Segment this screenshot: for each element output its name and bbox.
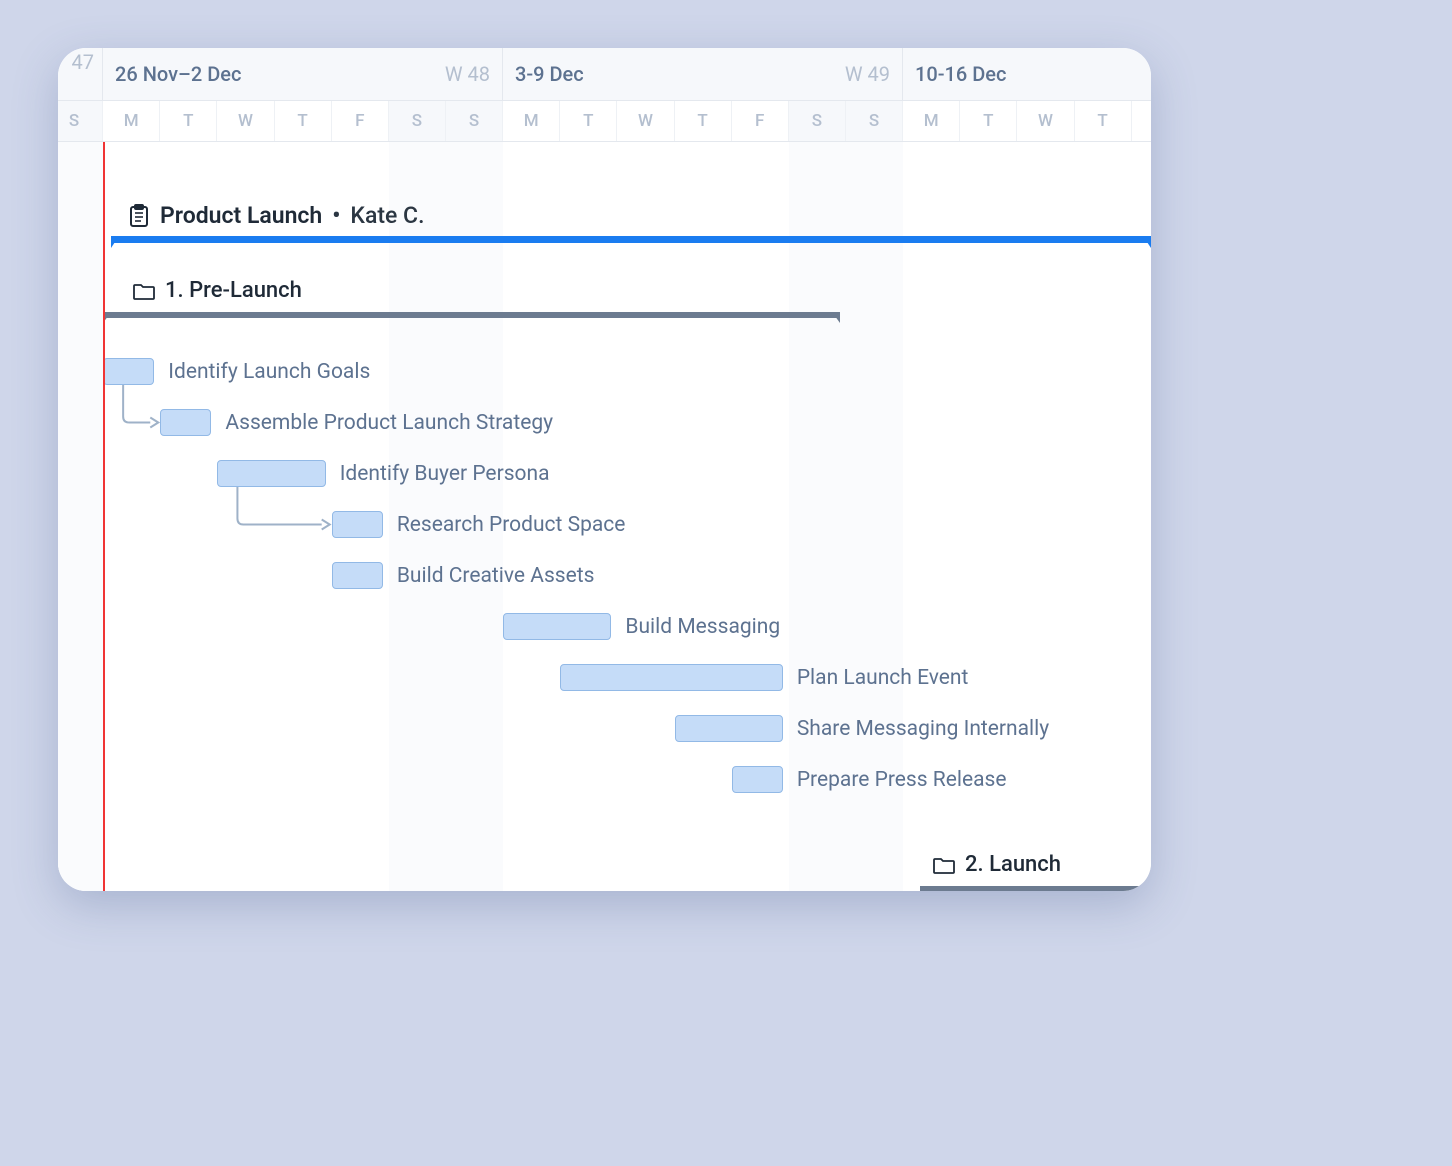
- task-label[interactable]: Share Messaging Internally: [797, 717, 1049, 741]
- week-number-1: W 49: [845, 62, 890, 86]
- dependency-arrowhead: [322, 520, 330, 530]
- day-cell[interactable]: T: [275, 101, 332, 141]
- gantt-body[interactable]: Product Launch • Kate C. 1. Pre-Launch I…: [58, 142, 1151, 891]
- week-col-0[interactable]: 26 Nov–2 Dec W 48: [103, 48, 503, 100]
- clipboard-icon: [128, 204, 150, 228]
- gantt-frame: 47 26 Nov–2 Dec W 48 3-9 Dec W 49 10-16 …: [58, 48, 1151, 891]
- section-row-0: 1. Pre-Launch: [58, 278, 1151, 330]
- separator-dot: •: [332, 202, 340, 229]
- day-cell[interactable]: M: [103, 101, 160, 141]
- week-range-2: 10-16 Dec: [915, 62, 1006, 86]
- day-cell[interactable]: S: [446, 101, 503, 141]
- day-cell[interactable]: T: [675, 101, 732, 141]
- project-name: Product Launch: [160, 202, 322, 229]
- day-cell[interactable]: S: [846, 101, 903, 141]
- task-bar[interactable]: [217, 460, 325, 487]
- day-cell[interactable]: F: [732, 101, 789, 141]
- day-cell[interactable]: W: [617, 101, 674, 141]
- task-label[interactable]: Build Messaging: [625, 615, 780, 639]
- task-label[interactable]: Build Creative Assets: [397, 564, 595, 588]
- day-cell[interactable]: W: [217, 101, 274, 141]
- week-number-prev: 47: [72, 50, 94, 74]
- timeline-days-header: SMTWTFSSMTWTFSSMTWT: [58, 101, 1151, 142]
- weekend-column: [58, 142, 103, 891]
- task-bar[interactable]: [160, 409, 211, 436]
- week-range-1: 3-9 Dec: [515, 62, 584, 86]
- task-bar[interactable]: [503, 613, 611, 640]
- task-label[interactable]: Assemble Product Launch Strategy: [225, 411, 553, 435]
- project-title[interactable]: Product Launch • Kate C.: [128, 202, 424, 229]
- section-bar-1[interactable]: [920, 886, 1151, 891]
- task-label[interactable]: Research Product Space: [397, 513, 626, 537]
- dependency-arrow: [237, 487, 321, 525]
- task-bar[interactable]: [103, 358, 154, 385]
- day-cell[interactable]: F: [332, 101, 389, 141]
- dependency-arrowhead: [150, 418, 158, 428]
- task-bar[interactable]: [332, 511, 383, 538]
- task-bar[interactable]: [675, 715, 783, 742]
- day-cell[interactable]: T: [160, 101, 217, 141]
- section-bar-0[interactable]: [103, 312, 840, 318]
- day-cell[interactable]: T: [960, 101, 1017, 141]
- dependency-arrow: [123, 385, 150, 423]
- week-col-prev[interactable]: 47: [58, 48, 103, 100]
- section-title-1[interactable]: 2. Launch: [933, 852, 1061, 877]
- task-bar[interactable]: [560, 664, 783, 691]
- section-label-1: 2. Launch: [965, 852, 1061, 877]
- timeline-weeks-header: 47 26 Nov–2 Dec W 48 3-9 Dec W 49 10-16 …: [58, 48, 1151, 101]
- week-range-0: 26 Nov–2 Dec: [115, 62, 241, 86]
- day-cell[interactable]: M: [503, 101, 560, 141]
- day-cell[interactable]: S: [389, 101, 446, 141]
- day-cell[interactable]: W: [1017, 101, 1074, 141]
- day-cell[interactable]: T: [560, 101, 617, 141]
- today-line: [103, 142, 105, 891]
- folder-icon: [933, 856, 955, 874]
- task-label[interactable]: Identify Buyer Persona: [340, 462, 550, 486]
- day-cell[interactable]: S: [58, 101, 103, 141]
- section-title-0[interactable]: 1. Pre-Launch: [133, 278, 302, 303]
- day-cell[interactable]: T: [1075, 101, 1132, 141]
- task-bar[interactable]: [332, 562, 383, 589]
- week-col-1[interactable]: 3-9 Dec W 49: [503, 48, 903, 100]
- project-row: Product Launch • Kate C.: [58, 202, 1151, 254]
- task-label[interactable]: Prepare Press Release: [797, 768, 1007, 792]
- day-cell[interactable]: M: [903, 101, 960, 141]
- project-owner: Kate C.: [350, 202, 424, 229]
- task-label[interactable]: Identify Launch Goals: [168, 360, 370, 384]
- task-label[interactable]: Plan Launch Event: [797, 666, 969, 690]
- project-bar[interactable]: [111, 236, 1151, 243]
- week-col-2[interactable]: 10-16 Dec: [903, 48, 1151, 100]
- day-cell[interactable]: S: [789, 101, 846, 141]
- week-number-0: W 48: [445, 62, 490, 86]
- folder-icon: [133, 282, 155, 300]
- section-label-0: 1. Pre-Launch: [165, 278, 302, 303]
- task-bar[interactable]: [732, 766, 783, 793]
